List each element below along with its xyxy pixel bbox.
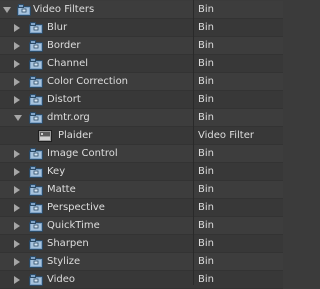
bin-row[interactable]: dmtr.org Bin xyxy=(0,109,283,127)
bin-folder-icon xyxy=(29,238,43,250)
video-filter-icon xyxy=(38,130,52,142)
item-type: Bin xyxy=(198,274,214,285)
disclosure-triangle-icon[interactable] xyxy=(14,24,20,32)
item-type: Bin xyxy=(198,184,214,195)
item-name: dmtr.org xyxy=(47,112,90,123)
bin-row[interactable]: QuickTime Bin xyxy=(0,217,283,235)
bin-folder-icon xyxy=(29,112,43,124)
disclosure-triangle-icon[interactable] xyxy=(14,276,20,284)
item-type: Bin xyxy=(198,94,214,105)
item-name: Video xyxy=(47,274,76,285)
item-name: Perspective xyxy=(47,202,105,213)
item-type: Bin xyxy=(198,112,214,123)
bin-folder-icon xyxy=(29,22,43,34)
bin-folder-icon xyxy=(29,148,43,160)
disclosure-triangle-icon[interactable] xyxy=(3,7,11,13)
item-name: Key xyxy=(47,166,66,177)
item-type: Bin xyxy=(198,76,214,87)
disclosure-triangle-icon[interactable] xyxy=(14,42,20,50)
bin-folder-icon xyxy=(29,256,43,268)
bin-row[interactable]: Image Control Bin xyxy=(0,145,283,163)
browser-list: Video Filters Bin Blur Bin Border Bin Channel B… xyxy=(0,0,283,289)
column-divider[interactable] xyxy=(193,0,194,285)
bin-folder-icon xyxy=(17,4,31,16)
bin-row[interactable]: Blur Bin xyxy=(0,19,283,37)
bin-row[interactable]: Video Filters Bin xyxy=(0,1,283,19)
bin-row[interactable]: Channel Bin xyxy=(0,55,283,73)
bin-folder-icon xyxy=(29,40,43,52)
item-type: Bin xyxy=(198,22,214,33)
bin-folder-icon xyxy=(29,184,43,196)
bin-row[interactable]: Matte Bin xyxy=(0,181,283,199)
item-type: Bin xyxy=(198,4,214,15)
bin-folder-icon xyxy=(29,274,43,286)
bin-folder-icon xyxy=(29,58,43,70)
disclosure-triangle-icon[interactable] xyxy=(14,186,20,194)
bin-row[interactable]: Color Correction Bin xyxy=(0,73,283,91)
bin-folder-icon xyxy=(29,202,43,214)
item-name: Image Control xyxy=(47,148,118,159)
bin-folder-icon xyxy=(29,220,43,232)
disclosure-triangle-icon[interactable] xyxy=(14,168,20,176)
item-name: Matte xyxy=(47,184,76,195)
item-name: Channel xyxy=(47,58,89,69)
disclosure-triangle-icon[interactable] xyxy=(14,258,20,266)
bin-folder-icon xyxy=(29,94,43,106)
disclosure-triangle-icon[interactable] xyxy=(14,150,20,158)
disclosure-triangle-icon[interactable] xyxy=(14,204,20,212)
item-type: Bin xyxy=(198,238,214,249)
disclosure-triangle-icon[interactable] xyxy=(14,240,20,248)
item-type: Video Filter xyxy=(198,130,254,141)
bin-folder-icon xyxy=(29,166,43,178)
item-name: Distort xyxy=(47,94,81,105)
item-type: Bin xyxy=(198,220,214,231)
bin-folder-icon xyxy=(29,76,43,88)
item-name: Border xyxy=(47,40,81,51)
item-type: Bin xyxy=(198,58,214,69)
disclosure-triangle-icon[interactable] xyxy=(14,78,20,86)
bin-row[interactable]: Sharpen Bin xyxy=(0,235,283,253)
bin-row[interactable]: Key Bin xyxy=(0,163,283,181)
disclosure-triangle-icon[interactable] xyxy=(14,222,20,230)
bin-row[interactable]: Distort Bin xyxy=(0,91,283,109)
item-name: Stylize xyxy=(47,256,81,267)
disclosure-triangle-icon[interactable] xyxy=(14,96,20,104)
item-name: Sharpen xyxy=(47,238,89,249)
item-name: QuickTime xyxy=(47,220,100,231)
item-name: Plaider xyxy=(58,130,93,141)
item-type: Bin xyxy=(198,256,214,267)
item-name: Blur xyxy=(47,22,68,33)
item-type: Bin xyxy=(198,202,214,213)
bin-row[interactable]: Video Bin xyxy=(0,271,283,289)
item-type: Bin xyxy=(198,40,214,51)
item-name: Video Filters xyxy=(33,4,95,15)
bin-row[interactable]: Border Bin xyxy=(0,37,283,55)
item-type: Bin xyxy=(198,166,214,177)
filter-row[interactable]: Plaider Video Filter xyxy=(0,127,283,145)
disclosure-triangle-icon[interactable] xyxy=(14,60,20,68)
item-name: Color Correction xyxy=(47,76,129,87)
bin-row[interactable]: Perspective Bin xyxy=(0,199,283,217)
bin-row[interactable]: Stylize Bin xyxy=(0,253,283,271)
disclosure-triangle-icon[interactable] xyxy=(14,115,22,121)
item-type: Bin xyxy=(198,148,214,159)
